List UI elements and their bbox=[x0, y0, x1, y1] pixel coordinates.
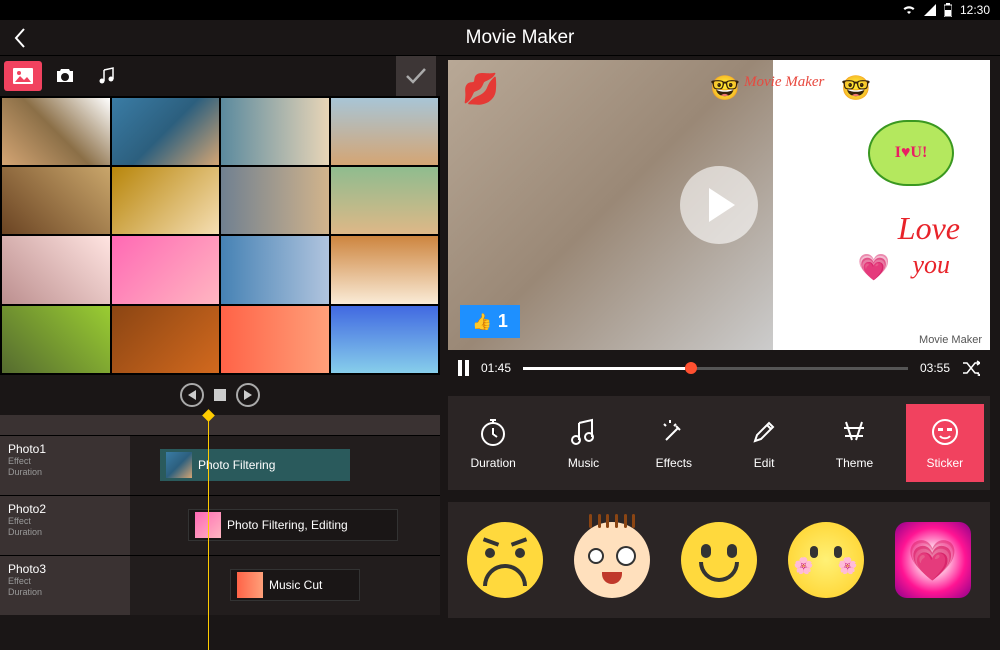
emoji-sticker[interactable]: 🤓 bbox=[710, 74, 740, 103]
stop-button[interactable] bbox=[214, 389, 226, 401]
preview-area: 💋 🤓 Movie Maker 🤓 I♥U! Love 💗 you Movie … bbox=[448, 60, 990, 350]
like-count: 1 bbox=[498, 311, 508, 332]
timeline-ruler[interactable] bbox=[0, 415, 440, 435]
slider-knob[interactable] bbox=[685, 362, 697, 374]
gallery-thumb[interactable] bbox=[331, 167, 439, 234]
tab-photo[interactable] bbox=[4, 61, 42, 91]
page-title: Movie Maker bbox=[40, 27, 1000, 49]
media-tabs bbox=[0, 56, 440, 96]
gallery-thumb[interactable] bbox=[2, 98, 110, 165]
status-bar: 12:30 bbox=[0, 0, 1000, 20]
tool-label: Duration bbox=[470, 456, 515, 470]
track-name: Photo2 bbox=[8, 502, 122, 516]
gallery-thumb[interactable] bbox=[221, 98, 329, 165]
wifi-icon bbox=[902, 4, 916, 16]
clip-thumb bbox=[166, 452, 192, 478]
player-bar: 01:45 03:55 bbox=[448, 350, 990, 386]
tool-music[interactable]: Music bbox=[544, 404, 622, 482]
track-duration-label: Duration bbox=[8, 467, 122, 479]
tab-music[interactable] bbox=[88, 61, 126, 91]
timeline-clip[interactable]: Photo Filtering bbox=[160, 449, 350, 481]
track-lane[interactable]: Photo Filtering bbox=[130, 436, 440, 495]
tool-label: Music bbox=[568, 456, 599, 470]
gallery-thumb[interactable] bbox=[221, 306, 329, 373]
track-lane[interactable]: Music Cut bbox=[130, 556, 440, 615]
gallery-thumb[interactable] bbox=[221, 167, 329, 234]
gallery-thumb[interactable] bbox=[331, 306, 439, 373]
you-text-sticker[interactable]: you bbox=[912, 250, 950, 280]
tool-theme[interactable]: Theme bbox=[815, 404, 893, 482]
sticker-heart[interactable]: 💗 bbox=[890, 517, 976, 603]
tool-edit[interactable]: Edit bbox=[725, 404, 803, 482]
tool-row: Duration Music Effects Edit Theme Sticke… bbox=[448, 396, 990, 490]
progress-slider[interactable] bbox=[523, 367, 908, 370]
gallery-thumb[interactable] bbox=[331, 236, 439, 303]
next-button[interactable] bbox=[236, 383, 260, 407]
track-name: Photo3 bbox=[8, 562, 122, 576]
iloveu-sticker[interactable]: I♥U! bbox=[868, 120, 954, 186]
tool-sticker[interactable]: Sticker bbox=[906, 404, 984, 482]
track-label: Photo2 Effect Duration bbox=[0, 496, 130, 555]
timeline-clip[interactable]: Photo Filtering, Editing bbox=[188, 509, 398, 541]
track-effect-label: Effect bbox=[8, 516, 122, 528]
tool-label: Theme bbox=[836, 456, 873, 470]
confirm-button[interactable] bbox=[396, 56, 436, 96]
track-lane[interactable]: Photo Filtering, Editing bbox=[130, 496, 440, 555]
back-button[interactable] bbox=[0, 20, 40, 56]
track-duration-label: Duration bbox=[8, 587, 122, 599]
signal-icon bbox=[924, 4, 936, 16]
tool-label: Edit bbox=[754, 456, 775, 470]
gallery-thumb[interactable] bbox=[112, 98, 220, 165]
play-button[interactable] bbox=[680, 166, 758, 244]
prev-button[interactable] bbox=[180, 383, 204, 407]
tool-duration[interactable]: Duration bbox=[454, 404, 532, 482]
track-effect-label: Effect bbox=[8, 576, 122, 588]
shuffle-button[interactable] bbox=[962, 360, 980, 376]
pause-button[interactable] bbox=[458, 360, 469, 376]
gallery-thumb[interactable] bbox=[2, 306, 110, 373]
gallery-thumb[interactable] bbox=[2, 236, 110, 303]
battery-icon bbox=[944, 3, 952, 17]
sticker-cartoon-angry[interactable] bbox=[569, 517, 655, 603]
clip-thumb bbox=[237, 572, 263, 598]
gallery-thumb[interactable] bbox=[221, 236, 329, 303]
clip-label: Music Cut bbox=[269, 578, 322, 592]
track-label: Photo1 Effect Duration bbox=[0, 436, 130, 495]
track-name: Photo1 bbox=[8, 442, 122, 456]
status-time: 12:30 bbox=[960, 3, 990, 17]
track-duration-label: Duration bbox=[8, 527, 122, 539]
tool-effects[interactable]: Effects bbox=[635, 404, 713, 482]
sticker-picker: 🌸 💗 bbox=[448, 502, 990, 618]
lips-sticker[interactable]: 💋 bbox=[462, 72, 499, 107]
love-text-sticker[interactable]: Love bbox=[898, 210, 960, 247]
title-bar: Movie Maker bbox=[0, 20, 1000, 56]
current-time: 01:45 bbox=[481, 361, 511, 375]
gallery-thumb[interactable] bbox=[112, 236, 220, 303]
gallery-thumb[interactable] bbox=[331, 98, 439, 165]
sticker-blush[interactable]: 🌸 bbox=[783, 517, 869, 603]
emoji-sticker[interactable]: 🤓 bbox=[841, 74, 871, 103]
track-label: Photo3 Effect Duration bbox=[0, 556, 130, 615]
photo-gallery bbox=[0, 96, 440, 375]
tool-label: Sticker bbox=[926, 456, 963, 470]
clip-label: Photo Filtering bbox=[198, 458, 275, 472]
timeline-clip[interactable]: Music Cut bbox=[230, 569, 360, 601]
watermark: Movie Maker bbox=[919, 334, 982, 346]
tab-camera[interactable] bbox=[46, 61, 84, 91]
total-time: 03:55 bbox=[920, 361, 950, 375]
playhead[interactable] bbox=[208, 415, 209, 650]
like-badge[interactable]: 1 bbox=[460, 305, 520, 338]
timeline-controls bbox=[0, 375, 440, 415]
heart-sticker[interactable]: 💗 bbox=[858, 252, 890, 283]
gallery-thumb[interactable] bbox=[2, 167, 110, 234]
movie-maker-text-sticker[interactable]: Movie Maker bbox=[744, 74, 824, 91]
gallery-thumb[interactable] bbox=[112, 167, 220, 234]
clip-label: Photo Filtering, Editing bbox=[227, 518, 348, 532]
timeline: Photo1 Effect Duration Photo Filtering P… bbox=[0, 415, 440, 650]
gallery-thumb[interactable] bbox=[112, 306, 220, 373]
tool-label: Effects bbox=[656, 456, 692, 470]
track-effect-label: Effect bbox=[8, 456, 122, 468]
sticker-angry[interactable] bbox=[462, 517, 548, 603]
sticker-smile[interactable] bbox=[676, 517, 762, 603]
